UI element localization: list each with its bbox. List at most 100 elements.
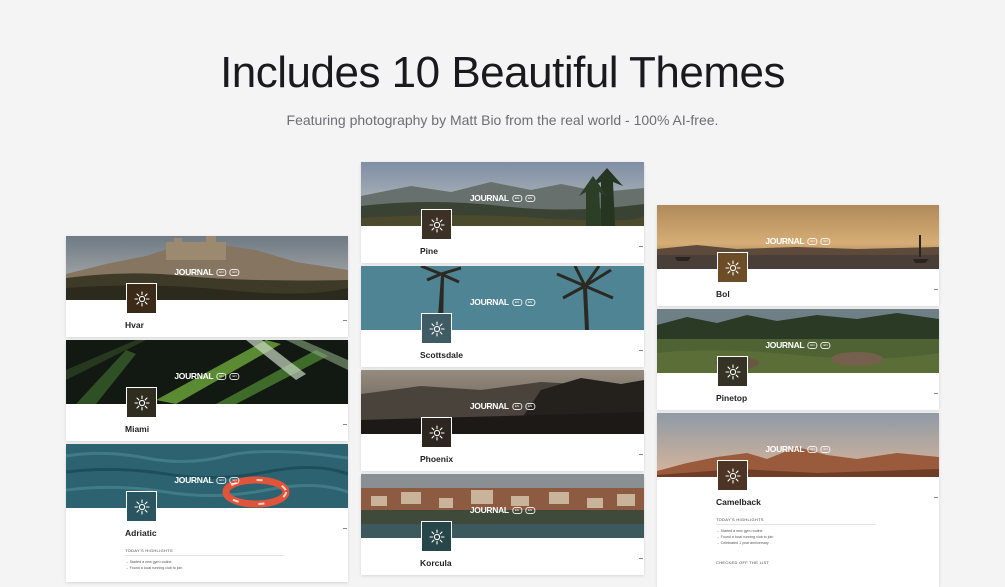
pill: EN [525,402,536,410]
pill: EN [807,445,818,453]
journal-wordmark: JOURNAL [174,475,214,485]
sun-icon [127,388,156,417]
pill: EN [807,341,818,349]
theme-name: Scottsdale [420,350,463,360]
banner-photo: JOURNAL EN EN [361,266,644,330]
journal-wordmark: JOURNAL [174,371,214,381]
pill: EN [807,237,818,245]
journal-logo: JOURNAL EN EN [174,267,240,277]
banner-photo: JOURNAL EN EN [657,205,939,269]
sun-icon [422,418,451,447]
pill: EN [216,268,227,276]
sun-icon [127,284,156,313]
list-item: → Celebrated 1 year anniversary [716,541,769,545]
theme-card-miami[interactable]: JOURNAL EN EN Miami [66,340,348,441]
sun-icon [422,522,451,551]
pill: EN [229,268,240,276]
journal-wordmark: JOURNAL [469,193,509,203]
banner-photo: JOURNAL EN EN [657,413,939,477]
pill: EN [229,476,240,484]
page-heading: Includes 10 Beautiful Themes [220,48,785,97]
section-title: TODAY'S HIGHLIGHTS [716,517,764,522]
theme-column-2: JOURNAL EN EN Pine JOURNAL EN EN Scottsd… [361,162,644,575]
pill: EN [511,506,522,514]
divider [343,424,347,425]
theme-card-hvar[interactable]: JOURNAL EN EN Hvar [66,236,348,337]
divider [343,320,347,321]
pill: EN [525,298,536,306]
banner-photo: JOURNAL EN EN [66,236,348,300]
theme-name: Pine [420,246,438,256]
section-title: TODAY'S HIGHLIGHTS [125,548,173,553]
banner-photo: JOURNAL EN EN [657,309,939,373]
sun-icon [718,253,747,282]
pill: EN [820,237,831,245]
pill: EN [820,445,831,453]
theme-card-pine[interactable]: JOURNAL EN EN Pine [361,162,644,263]
pill: EN [229,372,240,380]
theme-card-bol[interactable]: JOURNAL EN EN Bol [657,205,939,306]
theme-card-scottsdale[interactable]: JOURNAL EN EN Scottsdale [361,266,644,367]
theme-name: Camelback [716,497,761,507]
theme-name: Phoenix [420,454,454,464]
pill: EN [511,194,522,202]
divider [639,246,643,247]
sun-icon [718,357,747,386]
highlights-section: TODAY'S HIGHLIGHTS → Started a new gym r… [66,548,348,582]
section-title: CHECKED OFF THE LIST [716,560,770,565]
journal-wordmark: JOURNAL [469,297,509,307]
theme-card-phoenix[interactable]: JOURNAL EN EN Phoenix [361,370,644,471]
banner-photo: JOURNAL EN EN [361,370,644,434]
divider [934,393,938,394]
journal-wordmark: JOURNAL [174,267,214,277]
divider [934,497,938,498]
banner-photo: JOURNAL EN EN [66,444,348,508]
list-item: → Started a new gym routine [716,529,763,533]
theme-name: Bol [716,289,730,299]
pill: EN [216,372,227,380]
journal-logo: JOURNAL EN EN [765,444,831,454]
list-item: → Found a local running club to join [716,535,774,539]
highlights-section: TODAY'S HIGHLIGHTS → Started a new gym r… [657,517,939,587]
journal-logo: JOURNAL EN EN [469,401,536,411]
journal-wordmark: JOURNAL [469,505,509,515]
divider [639,558,643,559]
pill: EN [820,341,831,349]
journal-logo: JOURNAL EN EN [469,505,536,515]
pill: EN [525,194,536,202]
theme-card-adriatic[interactable]: JOURNAL EN EN Adriatic TODAY'S HIGHLIGHT… [66,444,348,582]
divider [639,454,643,455]
list-item: → Started a new gym routine [125,560,172,564]
theme-column-3: JOURNAL EN EN Bol JOURNAL EN EN Pinetop … [657,205,939,587]
divider [639,350,643,351]
page-subheading: Featuring photography by Matt Bio from t… [286,112,719,128]
divider [934,289,938,290]
sun-icon [718,461,747,490]
theme-name: Pinetop [716,393,748,403]
divider [343,528,347,529]
pill: EN [525,506,536,514]
journal-logo: JOURNAL EN EN [469,193,536,203]
theme-card-camelback[interactable]: JOURNAL EN EN Camelback TODAY'S HIGHLIGH… [657,413,939,587]
journal-logo: JOURNAL EN EN [174,371,240,381]
divider [716,524,876,525]
banner-photo: JOURNAL EN EN [66,340,348,404]
pill: EN [216,476,227,484]
journal-logo: JOURNAL EN EN [469,297,536,307]
theme-name: Hvar [125,320,144,330]
theme-name: Adriatic [125,528,157,538]
journal-wordmark: JOURNAL [469,401,509,411]
theme-name: Korcula [420,558,452,568]
journal-wordmark: JOURNAL [765,340,805,350]
divider [125,555,285,556]
journal-wordmark: JOURNAL [765,236,805,246]
journal-logo: JOURNAL EN EN [765,236,831,246]
theme-card-korcula[interactable]: JOURNAL EN EN Korcula [361,474,644,575]
sun-icon [422,210,451,239]
journal-wordmark: JOURNAL [765,444,805,454]
journal-logo: JOURNAL EN EN [174,475,240,485]
theme-column-1: JOURNAL EN EN Hvar JOURNAL EN EN Miami J… [66,236,348,582]
theme-card-pinetop[interactable]: JOURNAL EN EN Pinetop [657,309,939,410]
pill: EN [511,298,522,306]
sun-icon [127,492,156,521]
